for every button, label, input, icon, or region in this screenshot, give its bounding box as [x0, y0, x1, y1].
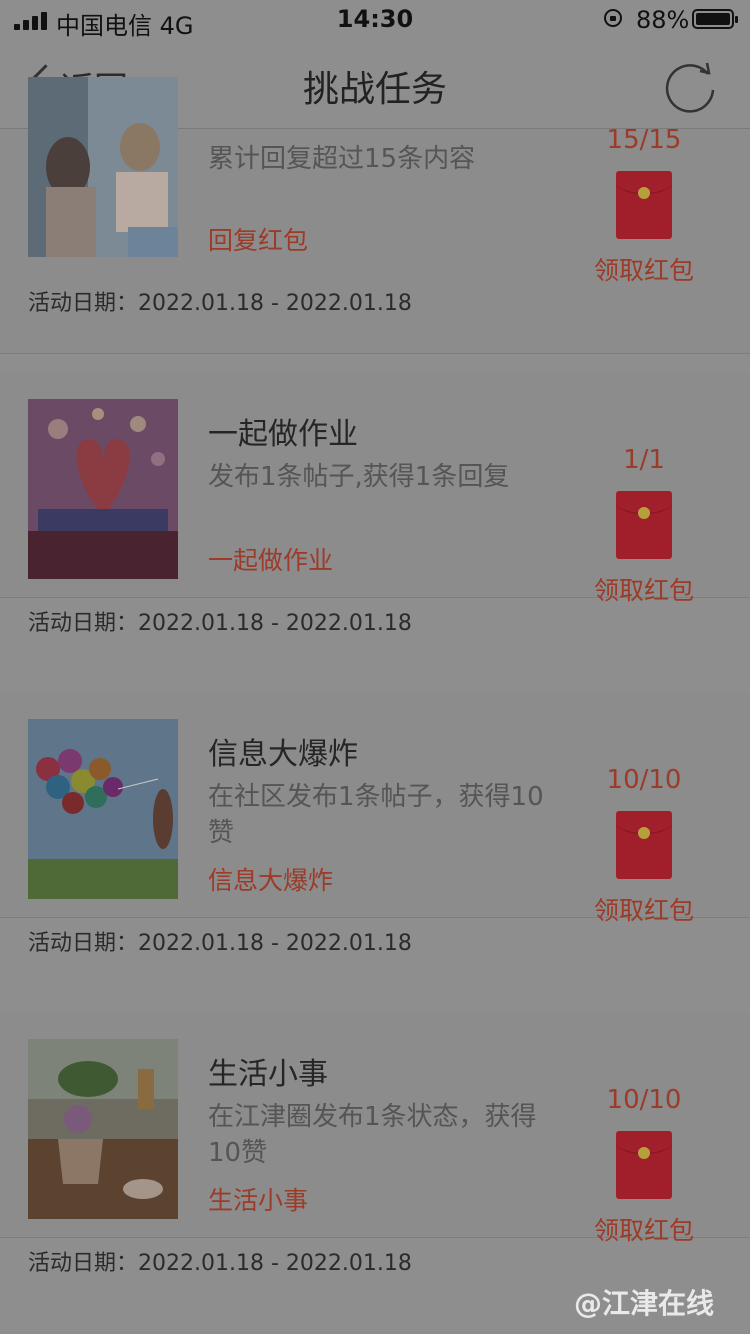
task-card[interactable]: 累计回复超过15条内容 回复红包 活动日期：2022.01.18 - 2022.…	[0, 77, 750, 354]
task-description: 发布1条帖子,获得1条回复	[208, 462, 510, 492]
task-description: 在江津圈发布1条状态，获得10赞	[208, 1102, 537, 1168]
status-bar: 中国电信 4G 14:30 88%	[0, 0, 750, 40]
battery-icon	[692, 9, 738, 29]
task-name: 一起做作业	[208, 417, 358, 452]
claim-button[interactable]: 领取红包	[586, 571, 702, 607]
task-card[interactable]: 信息大爆炸 在社区发布1条帖子，获得10赞 信息大爆炸 活动日期：2022.01…	[0, 693, 750, 956]
task-thumbnail	[28, 1039, 178, 1219]
task-card[interactable]: 生活小事 在江津圈发布1条状态，获得10赞 生活小事 活动日期：2022.01.…	[0, 1013, 750, 1276]
task-description: 累计回复超过15条内容	[208, 144, 476, 174]
task-name: 信息大爆炸	[208, 737, 358, 772]
task-progress: 10/10	[606, 765, 682, 795]
red-envelope-icon[interactable]	[616, 1131, 672, 1199]
red-envelope-icon[interactable]	[616, 491, 672, 559]
watermark: @江津在线	[574, 1287, 715, 1320]
task-tag: 生活小事	[208, 1186, 309, 1215]
task-date: 活动日期：2022.01.18 - 2022.01.18	[28, 1251, 412, 1276]
red-envelope-icon[interactable]	[616, 171, 672, 239]
task-date: 活动日期：2022.01.18 - 2022.01.18	[28, 931, 412, 956]
battery-percent: 88%	[636, 6, 690, 34]
task-description: 在社区发布1条帖子，获得10赞	[208, 782, 544, 848]
task-name: 生活小事	[208, 1057, 328, 1092]
task-progress: 10/10	[606, 1085, 682, 1115]
task-progress: 15/15	[606, 125, 682, 155]
task-progress: 1/1	[623, 445, 665, 475]
claim-button[interactable]: 领取红包	[586, 1211, 702, 1247]
task-thumbnail	[28, 77, 178, 257]
task-card[interactable]: 一起做作业 发布1条帖子,获得1条回复 一起做作业 活动日期：2022.01.1…	[0, 373, 750, 636]
claim-button[interactable]: 领取红包	[586, 251, 702, 287]
red-envelope-icon[interactable]	[616, 811, 672, 879]
task-tag: 信息大爆炸	[208, 866, 334, 895]
task-date: 活动日期：2022.01.18 - 2022.01.18	[28, 611, 412, 636]
task-thumbnail	[28, 719, 178, 899]
rotation-lock-icon	[604, 9, 622, 27]
refresh-icon[interactable]	[662, 58, 718, 114]
task-tag: 一起做作业	[208, 546, 334, 575]
claim-button[interactable]: 领取红包	[586, 891, 702, 927]
task-tag: 回复红包	[208, 226, 309, 255]
task-thumbnail	[28, 399, 178, 579]
task-date: 活动日期：2022.01.18 - 2022.01.18	[28, 291, 412, 316]
